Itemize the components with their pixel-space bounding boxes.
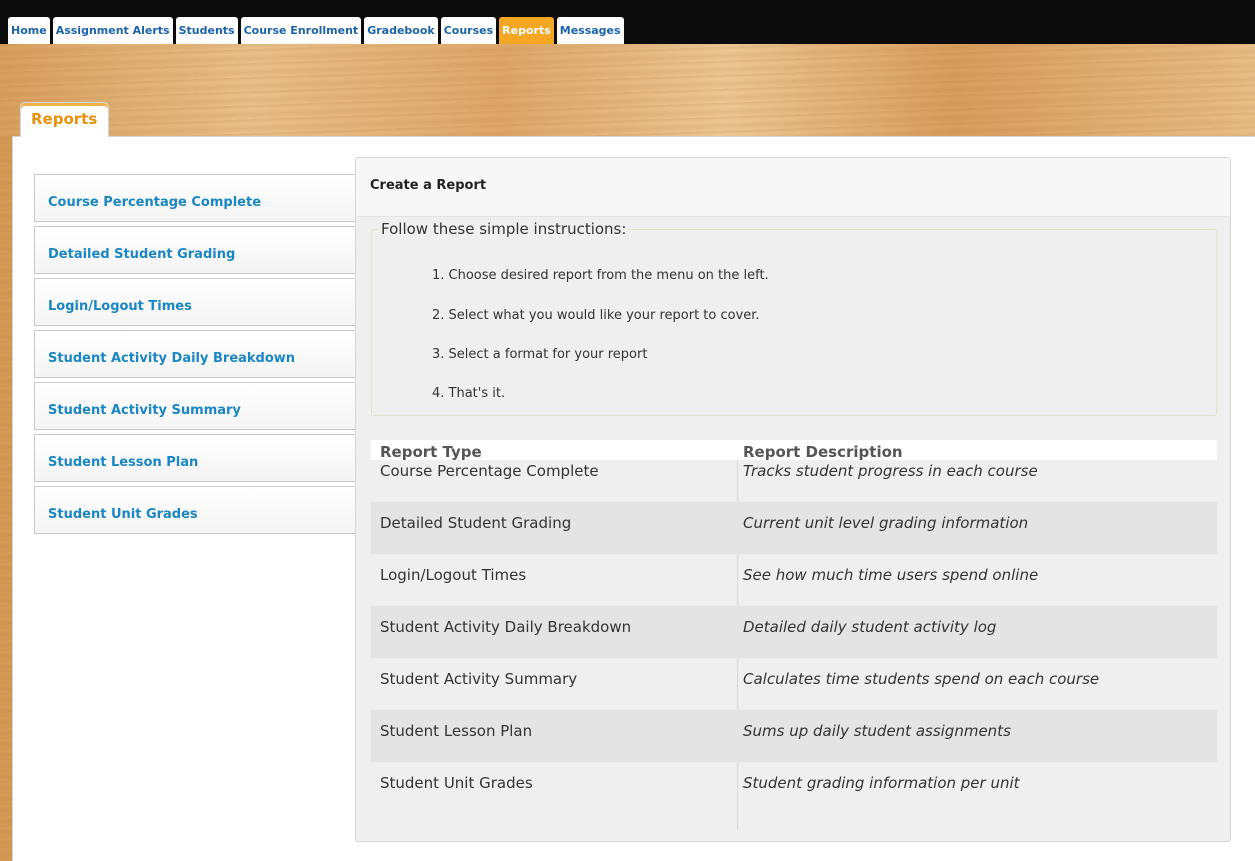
top-navigation-bar: Home Assignment Alerts Students Course E… [0, 0, 1255, 44]
menu-item-label: Login/Logout Times [48, 299, 192, 314]
report-type-cell: Student Activity Daily Breakdown [380, 618, 632, 636]
create-report-panel: Create a Report Follow these simple inst… [355, 157, 1231, 842]
report-type-cell: Detailed Student Grading [380, 514, 572, 532]
nav-tab-home[interactable]: Home [8, 17, 50, 44]
panel-title: Create a Report [370, 178, 487, 193]
menu-item-label: Student Lesson Plan [48, 455, 199, 470]
menu-item-student-lesson-plan[interactable]: Student Lesson Plan [34, 434, 356, 482]
report-type-cell: Student Unit Grades [380, 774, 533, 792]
table-row: Student Activity Daily Breakdown Detaile… [371, 606, 1217, 658]
menu-item-label: Student Activity Summary [48, 403, 241, 418]
instruction-step: 3. Select a format for your report [432, 347, 648, 362]
header-banner [0, 44, 1255, 136]
report-type-cell: Course Percentage Complete [380, 462, 599, 480]
instructions-box: Follow these simple instructions: 1. Cho… [371, 220, 1217, 416]
menu-item-label: Student Unit Grades [48, 507, 198, 522]
report-description-cell: Current unit level grading information [743, 514, 1029, 532]
report-type-cell: Student Lesson Plan [380, 722, 533, 740]
table-row: Student Activity Summary Calculates time… [371, 658, 1217, 710]
nav-tab-gradebook[interactable]: Gradebook [364, 17, 438, 44]
table-row: Student Unit Grades Student grading info… [371, 762, 1217, 814]
menu-item-course-percentage-complete[interactable]: Course Percentage Complete [34, 174, 356, 222]
instruction-step: 4. That's it. [432, 386, 506, 401]
report-description-cell: Calculates time students spend on each c… [743, 670, 1100, 688]
nav-tab-courses[interactable]: Courses [440, 17, 497, 44]
nav-tab-reports[interactable]: Reports [499, 17, 554, 44]
panel-header: Create a Report [356, 158, 1230, 217]
table-row: Student Lesson Plan Sums up daily studen… [371, 710, 1217, 762]
table-header: Report Type Report Description [371, 440, 1217, 461]
menu-item-student-unit-grades[interactable]: Student Unit Grades [34, 486, 356, 534]
report-type-cell: Student Activity Summary [380, 670, 578, 688]
menu-item-label: Student Activity Daily Breakdown [48, 351, 296, 366]
report-description-cell: Sums up daily student assignments [743, 722, 1011, 740]
menu-item-student-activity-daily-breakdown[interactable]: Student Activity Daily Breakdown [34, 330, 356, 378]
table-row: Detailed Student Grading Current unit le… [371, 502, 1217, 554]
section-tab-reports[interactable]: Reports [20, 102, 109, 137]
nav-tab-assignment-alerts[interactable]: Assignment Alerts [52, 17, 173, 44]
menu-item-student-activity-summary[interactable]: Student Activity Summary [34, 382, 356, 430]
menu-item-login-logout-times[interactable]: Login/Logout Times [34, 278, 356, 326]
instruction-step: 1. Choose desired report from the menu o… [432, 268, 769, 283]
menu-item-detailed-student-grading[interactable]: Detailed Student Grading [34, 226, 356, 274]
report-types-table: Report Type Report Description Course Pe… [371, 440, 1217, 830]
nav-tab-messages[interactable]: Messages [556, 17, 624, 44]
report-menu: Course Percentage Complete Detailed Stud… [34, 174, 356, 538]
table-row: Login/Logout Times See how much time use… [371, 554, 1217, 606]
header-report-description: Report Description [743, 443, 903, 461]
table-row: Course Percentage Complete Tracks studen… [371, 460, 1217, 502]
nav-tab-course-enrollment[interactable]: Course Enrollment [240, 17, 362, 44]
report-description-cell: Student grading information per unit [743, 774, 1020, 792]
report-description-cell: Tracks student progress in each course [743, 462, 1038, 480]
report-description-cell: Detailed daily student activity log [743, 618, 997, 636]
menu-item-label: Detailed Student Grading [48, 247, 236, 262]
header-report-type: Report Type [380, 443, 482, 461]
menu-item-label: Course Percentage Complete [48, 195, 262, 210]
instructions-legend: Follow these simple instructions: [381, 220, 627, 238]
instruction-step: 2. Select what you would like your repor… [432, 308, 760, 323]
nav-tabs: Home Assignment Alerts Students Course E… [8, 17, 627, 44]
nav-tab-students[interactable]: Students [175, 17, 238, 44]
report-type-cell: Login/Logout Times [380, 566, 527, 584]
report-description-cell: See how much time users spend online [743, 566, 1039, 584]
